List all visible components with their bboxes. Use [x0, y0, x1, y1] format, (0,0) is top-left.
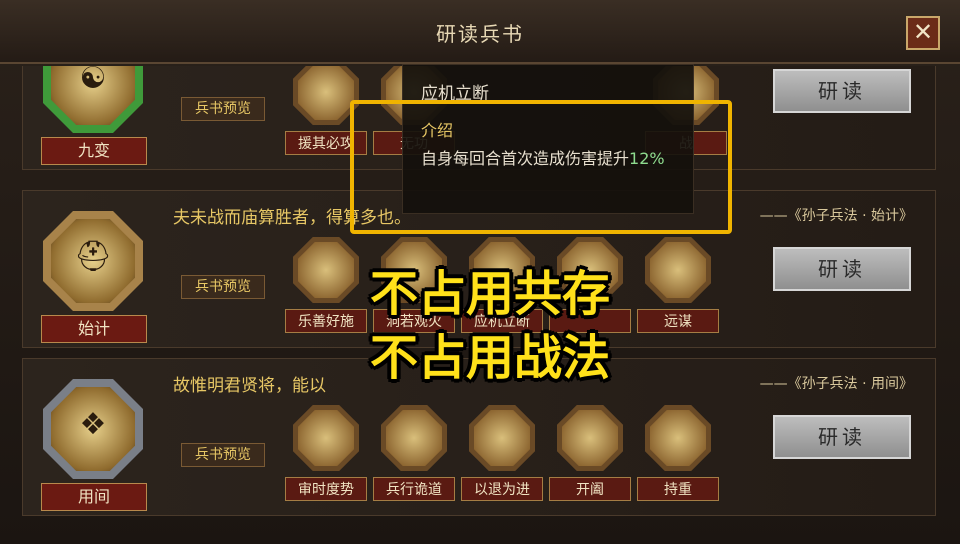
book-quote: 故惟明君贤将，能以 [173, 376, 326, 396]
book-name: 九变 [41, 137, 147, 165]
book-source: ——《孙子兵法 · 用间》 [759, 376, 913, 392]
book-preview-button[interactable]: 兵书预览 [181, 97, 265, 121]
book-name: 始计 [41, 315, 147, 343]
book-study-window: 研读兵书 ✕ ☯ 九变 兵书预览 援其必攻 无功 [0, 0, 960, 544]
book-preview-button[interactable]: 兵书预览 [181, 443, 265, 467]
skill-label: 兵行诡道 [373, 477, 455, 501]
helmet-icon: ⛑ [43, 211, 143, 311]
skill-label: 开阖 [549, 477, 631, 501]
overlay-line-1: 不占用共存 [369, 266, 610, 322]
read-button[interactable]: 研读 [773, 69, 911, 113]
skill-item[interactable]: 以退为进 [461, 405, 543, 515]
book-preview-button[interactable]: 兵书预览 [181, 275, 265, 299]
skill-item[interactable]: 持重 [637, 405, 719, 515]
skill-item[interactable]: 开阖 [549, 405, 631, 515]
skill-label: 审时度势 [285, 477, 367, 501]
skill-item[interactable]: 兵行诡道 [373, 405, 455, 515]
overlay-line-2: 不占用战法 [369, 330, 610, 386]
overlay-caption: 不占用共存 不占用战法 [330, 262, 650, 390]
cloak-icon: ❖ [43, 379, 143, 479]
skill-label: 持重 [637, 477, 719, 501]
read-button[interactable]: 研读 [773, 415, 911, 459]
read-button[interactable]: 研读 [773, 247, 911, 291]
skill-list: 审时度势 兵行诡道 以退为进 开阖 持重 [273, 405, 753, 515]
title-bar: 研读兵书 ✕ [0, 0, 960, 64]
window-title: 研读兵书 [436, 22, 524, 46]
skill-item[interactable]: 审时度势 [285, 405, 367, 515]
book-name: 用间 [41, 483, 147, 511]
highlight-frame [350, 100, 732, 234]
skill-label: 以退为进 [461, 477, 543, 501]
book-source: ——《孙子兵法 · 始计》 [759, 208, 913, 224]
close-icon[interactable]: ✕ [906, 16, 940, 50]
yin-yang-icon: ☯ [43, 66, 143, 133]
